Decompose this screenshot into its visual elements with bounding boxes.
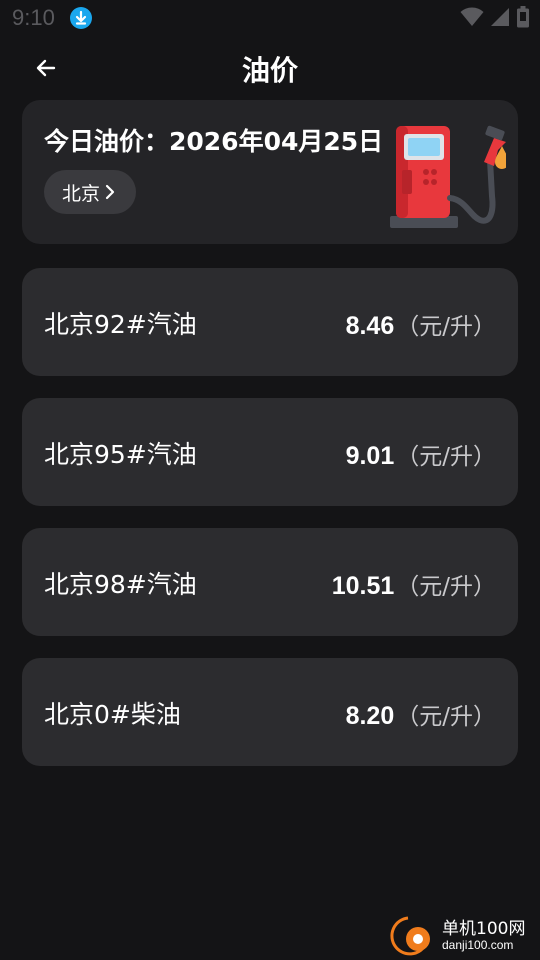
page-title: 油价: [241, 54, 298, 87]
wifi-icon: [460, 7, 484, 31]
price-display: 8.46 （元/升）: [346, 307, 496, 341]
price-display: 10.51 （元/升）: [332, 567, 496, 601]
chevron-right-icon: [104, 183, 116, 201]
price-display: 8.20 （元/升）: [346, 697, 496, 731]
fuel-name: 北京95#汽油: [44, 440, 197, 469]
price-row-diesel-0: 北京0#柴油 8.20 （元/升）: [22, 658, 518, 766]
city-label: 北京: [62, 182, 101, 205]
price-row-95: 北京95#汽油 9.01 （元/升）: [22, 398, 518, 506]
watermark: 单机100网 danji100.com: [386, 914, 536, 958]
app-header: 油价: [0, 40, 540, 98]
fuel-pump-icon: [390, 120, 509, 234]
status-icons: [460, 6, 530, 32]
price-unit: （元/升）: [396, 574, 496, 600]
fuel-name: 北京92#汽油: [44, 310, 197, 339]
price-row-92: 北京92#汽油 8.46 （元/升）: [22, 268, 518, 376]
signal-icon: [490, 7, 510, 31]
watermark-logo-icon: [386, 914, 440, 960]
status-bar: 9:10: [0, 0, 540, 36]
date-title: 今日油价：2026年04月25日: [44, 127, 384, 156]
status-time: 9:10: [12, 5, 55, 30]
price-value: 8.46: [345, 312, 395, 340]
watermark-title: 单机100网: [442, 919, 526, 939]
battery-icon: [516, 6, 530, 32]
price-value: 10.51: [331, 572, 395, 600]
price-unit: （元/升）: [396, 314, 496, 340]
price-unit: （元/升）: [396, 704, 496, 730]
date-card: 今日油价：2026年04月25日 北京: [22, 100, 518, 244]
download-icon: [70, 7, 92, 29]
city-selector-button[interactable]: 北京: [44, 170, 137, 214]
price-value: 8.20: [345, 702, 395, 730]
fuel-name: 北京0#柴油: [44, 700, 181, 729]
watermark-url: danji100.com: [442, 938, 514, 952]
oil-price-screen: 9:10 油价 今日油价：2026年04月25日 北京 北京92#汽油 8.46…: [0, 0, 540, 960]
price-display: 9.01 （元/升）: [346, 437, 496, 471]
price-value: 9.01: [345, 442, 395, 470]
price-row-98: 北京98#汽油 10.51 （元/升）: [22, 528, 518, 636]
price-unit: （元/升）: [396, 444, 496, 470]
fuel-name: 北京98#汽油: [44, 570, 197, 599]
